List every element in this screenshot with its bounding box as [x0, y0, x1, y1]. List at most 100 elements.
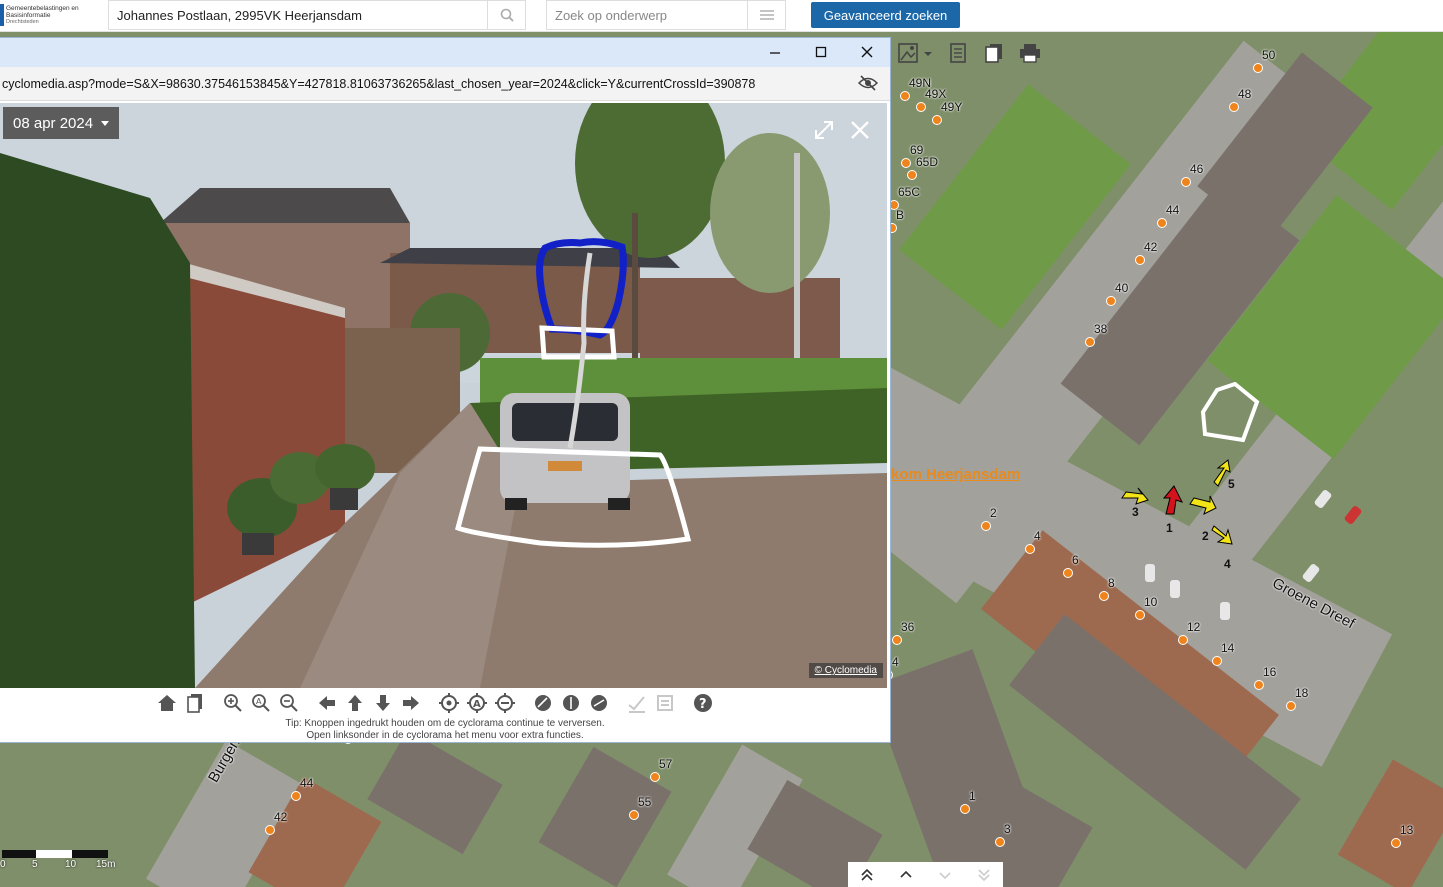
address-point[interactable] [650, 772, 660, 782]
address-point[interactable] [629, 810, 639, 820]
address-point[interactable] [1106, 296, 1116, 306]
address-point[interactable] [907, 170, 917, 180]
address-point[interactable] [265, 825, 275, 835]
zoom-in-button[interactable] [221, 691, 245, 715]
address-point[interactable] [900, 91, 910, 101]
zoom-out-icon [280, 694, 298, 712]
url-bar[interactable]: cyclomedia.asp?mode=S&X=98630.3754615384… [0, 67, 890, 101]
address-point[interactable] [1229, 102, 1239, 112]
list-icon [759, 10, 774, 20]
address-point[interactable] [916, 102, 926, 112]
address-point[interactable] [291, 791, 301, 801]
panorama-view[interactable]: 08 apr 2024 © Cyclomedia [0, 103, 887, 688]
subject-search-input[interactable]: Zoek op onderwerp [555, 8, 667, 23]
hide-url-button[interactable] [857, 75, 879, 95]
address-point[interactable] [981, 521, 991, 531]
locate-auto-button[interactable]: A [465, 691, 489, 715]
map-car [1301, 562, 1321, 584]
address-point[interactable] [932, 115, 942, 125]
address-point[interactable] [995, 837, 1005, 847]
house-number-label: 55 [638, 795, 652, 809]
house-number-label: B [896, 208, 905, 222]
house-number-label: 13 [1400, 823, 1414, 837]
photo-direction-arrows: 3 1 2 4 5 [1121, 459, 1235, 571]
minimize-button[interactable] [764, 42, 786, 62]
address-search-field[interactable]: Johannes Postlaan, 2995VK Heerjansdam [108, 0, 526, 30]
measure-add-button[interactable] [531, 691, 555, 715]
address-point[interactable] [1391, 838, 1401, 848]
house-number-label: 12 [1187, 620, 1201, 634]
url-text[interactable]: cyclomedia.asp?mode=S&X=98630.3754615384… [2, 77, 755, 91]
document-button[interactable] [946, 41, 970, 65]
double-chevron-up-icon[interactable] [860, 868, 874, 882]
double-chevron-down-icon[interactable] [977, 868, 991, 882]
subject-search-field[interactable]: Zoek op onderwerp [546, 0, 786, 30]
scale-segment [72, 850, 108, 858]
maximize-button[interactable] [810, 42, 832, 62]
scale-label: 15m [96, 859, 116, 870]
pan-up-button[interactable] [343, 691, 367, 715]
measure-area-button[interactable] [587, 691, 611, 715]
locate-button[interactable] [437, 691, 461, 715]
address-point[interactable] [1253, 63, 1263, 73]
address-point[interactable] [1212, 656, 1222, 666]
copy-button[interactable] [982, 41, 1006, 65]
print-button[interactable] [1018, 41, 1042, 65]
help-icon: ? [694, 694, 712, 712]
address-point[interactable] [1135, 610, 1145, 620]
date-select[interactable]: 08 apr 2024 [3, 107, 119, 139]
search-button[interactable] [487, 1, 525, 29]
place-label: kom Heerjansdam [891, 466, 1021, 483]
address-point[interactable] [1178, 635, 1188, 645]
address-point[interactable] [1025, 544, 1035, 554]
pan-left-button[interactable] [315, 691, 339, 715]
home-button[interactable] [155, 691, 179, 715]
advanced-search-button[interactable]: Geavanceerd zoeken [811, 2, 960, 28]
house-number-label: 6 [1072, 553, 1079, 567]
close-window-button[interactable] [856, 42, 878, 62]
zoom-auto-button[interactable]: A [249, 691, 273, 715]
close-panorama-button[interactable] [848, 118, 872, 142]
chevron-down-icon [101, 120, 110, 126]
copy-view-button[interactable] [183, 691, 207, 715]
zoom-in-icon [224, 694, 242, 712]
address-point[interactable] [1254, 680, 1264, 690]
measure-height-button[interactable] [559, 691, 583, 715]
municipality-logo[interactable]: Gemeentebelastingen en Basisinformatie D… [0, 2, 90, 30]
house-number-label: 8 [1108, 576, 1115, 590]
address-point[interactable] [1135, 255, 1145, 265]
chevron-down-icon[interactable] [938, 868, 952, 882]
tip-line-2: Open linksonder in de cyclorama het menu… [306, 730, 584, 741]
address-point[interactable] [1157, 218, 1167, 228]
export-measurement-button[interactable] [653, 691, 677, 715]
address-search-input[interactable]: Johannes Postlaan, 2995VK Heerjansdam [117, 8, 362, 23]
address-point[interactable] [960, 804, 970, 814]
house-number-label: 4 [1034, 529, 1041, 543]
pan-down-button[interactable] [371, 691, 395, 715]
subject-list-button[interactable] [747, 1, 785, 29]
address-point[interactable] [901, 158, 911, 168]
save-measurement-button[interactable] [625, 691, 649, 715]
arrow-right-icon [403, 696, 419, 710]
address-point[interactable] [1286, 701, 1296, 711]
arrow-up-icon [348, 695, 362, 711]
address-point[interactable] [1181, 177, 1191, 187]
locate-off-button[interactable] [493, 691, 517, 715]
house-number-label: 46 [1190, 162, 1204, 176]
map-layers-button[interactable] [896, 41, 934, 65]
address-point[interactable] [1063, 568, 1073, 578]
cyclomedia-credit[interactable]: © Cyclomedia [808, 663, 883, 678]
address-point[interactable] [892, 635, 902, 645]
chevron-up-icon[interactable] [899, 868, 913, 882]
zoom-out-button[interactable] [277, 691, 301, 715]
pan-right-button[interactable] [399, 691, 423, 715]
help-button[interactable]: ? [691, 691, 715, 715]
close-icon [861, 46, 873, 58]
cyclomedia-window[interactable]: cyclomedia.asp?mode=S&X=98630.3754615384… [0, 37, 891, 743]
address-point[interactable] [1085, 337, 1095, 347]
expand-button[interactable] [812, 118, 836, 142]
panel-pager [848, 862, 1003, 887]
window-titlebar[interactable] [0, 38, 890, 67]
address-point[interactable] [1099, 591, 1109, 601]
panorama-image [0, 103, 887, 688]
